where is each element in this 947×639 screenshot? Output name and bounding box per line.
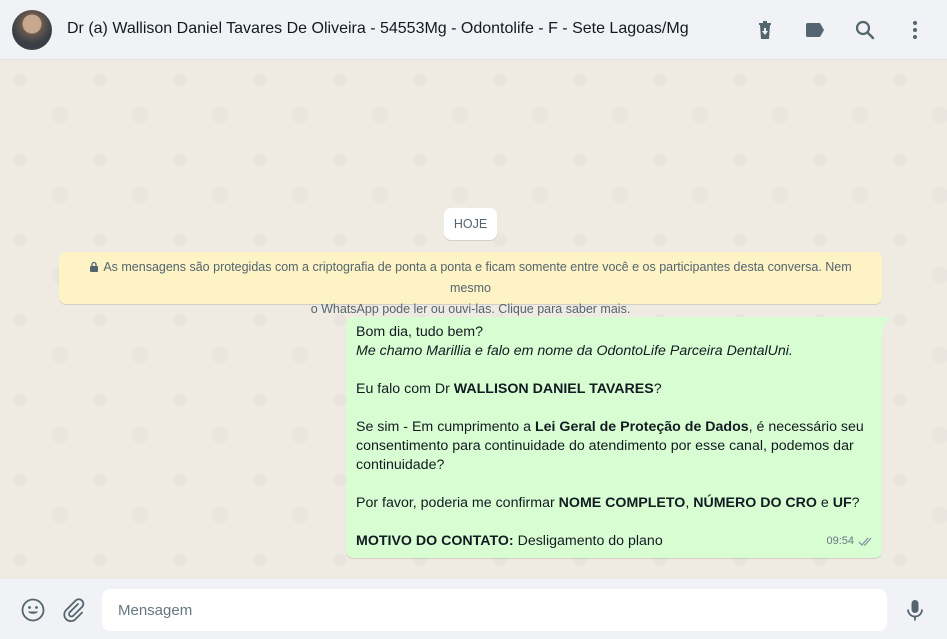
label-icon[interactable] bbox=[803, 18, 827, 42]
reason-line: MOTIVO DO CONTATO: Desligamento do plano bbox=[356, 533, 663, 549]
menu-icon[interactable] bbox=[903, 18, 927, 42]
contact-avatar[interactable] bbox=[12, 10, 52, 50]
greeting-text: Bom dia, tudo bem? bbox=[356, 324, 483, 340]
lgpd-text: Lei Geral de Proteção de Dados bbox=[534, 419, 749, 435]
question-line: Eu falo com Dr WALLISON DANIEL TAVARES? bbox=[356, 381, 662, 397]
contact-name[interactable]: Dr (a) Wallison Daniel Tavares De Olivei… bbox=[67, 20, 689, 38]
outgoing-message[interactable]: Bom dia, tudo bem? Me chamo Marillia e f… bbox=[346, 317, 890, 558]
bubble-tail bbox=[882, 317, 890, 330]
emoji-icon[interactable] bbox=[20, 597, 46, 623]
message-time: 09:54 bbox=[826, 535, 854, 547]
consent-line: Se sim - Em cumprimento a Lei Geral de P… bbox=[356, 419, 864, 473]
search-icon[interactable] bbox=[853, 18, 877, 42]
delete-icon[interactable] bbox=[753, 18, 777, 42]
doctor-name: WALLISON DANIEL TAVARES bbox=[453, 381, 654, 397]
encryption-notice-line2: o WhatsApp pode ler ou ouvi-las. Clique … bbox=[310, 302, 631, 316]
chat-header: Dr (a) Wallison Daniel Tavares De Olivei… bbox=[0, 0, 947, 60]
conversation-panel[interactable]: HOJE As mensagens são protegidas com a c… bbox=[0, 60, 947, 579]
encryption-notice-line1: As mensagens são protegidas com a cripto… bbox=[103, 260, 852, 295]
lock-icon bbox=[89, 258, 99, 272]
message-meta: 09:54 bbox=[826, 532, 874, 551]
introduction-text: Me chamo Marillia e falo em nome da Odon… bbox=[356, 343, 793, 359]
attach-icon[interactable] bbox=[61, 597, 87, 623]
composer-bar bbox=[0, 579, 947, 639]
encryption-notice[interactable]: As mensagens são protegidas com a cripto… bbox=[59, 252, 882, 316]
double-check-icon bbox=[858, 536, 874, 547]
date-chip: HOJE bbox=[444, 208, 497, 240]
confirm-line: Por favor, poderia me confirmar NOME COM… bbox=[356, 495, 860, 511]
microphone-icon[interactable] bbox=[902, 597, 928, 623]
message-input[interactable] bbox=[102, 589, 887, 631]
